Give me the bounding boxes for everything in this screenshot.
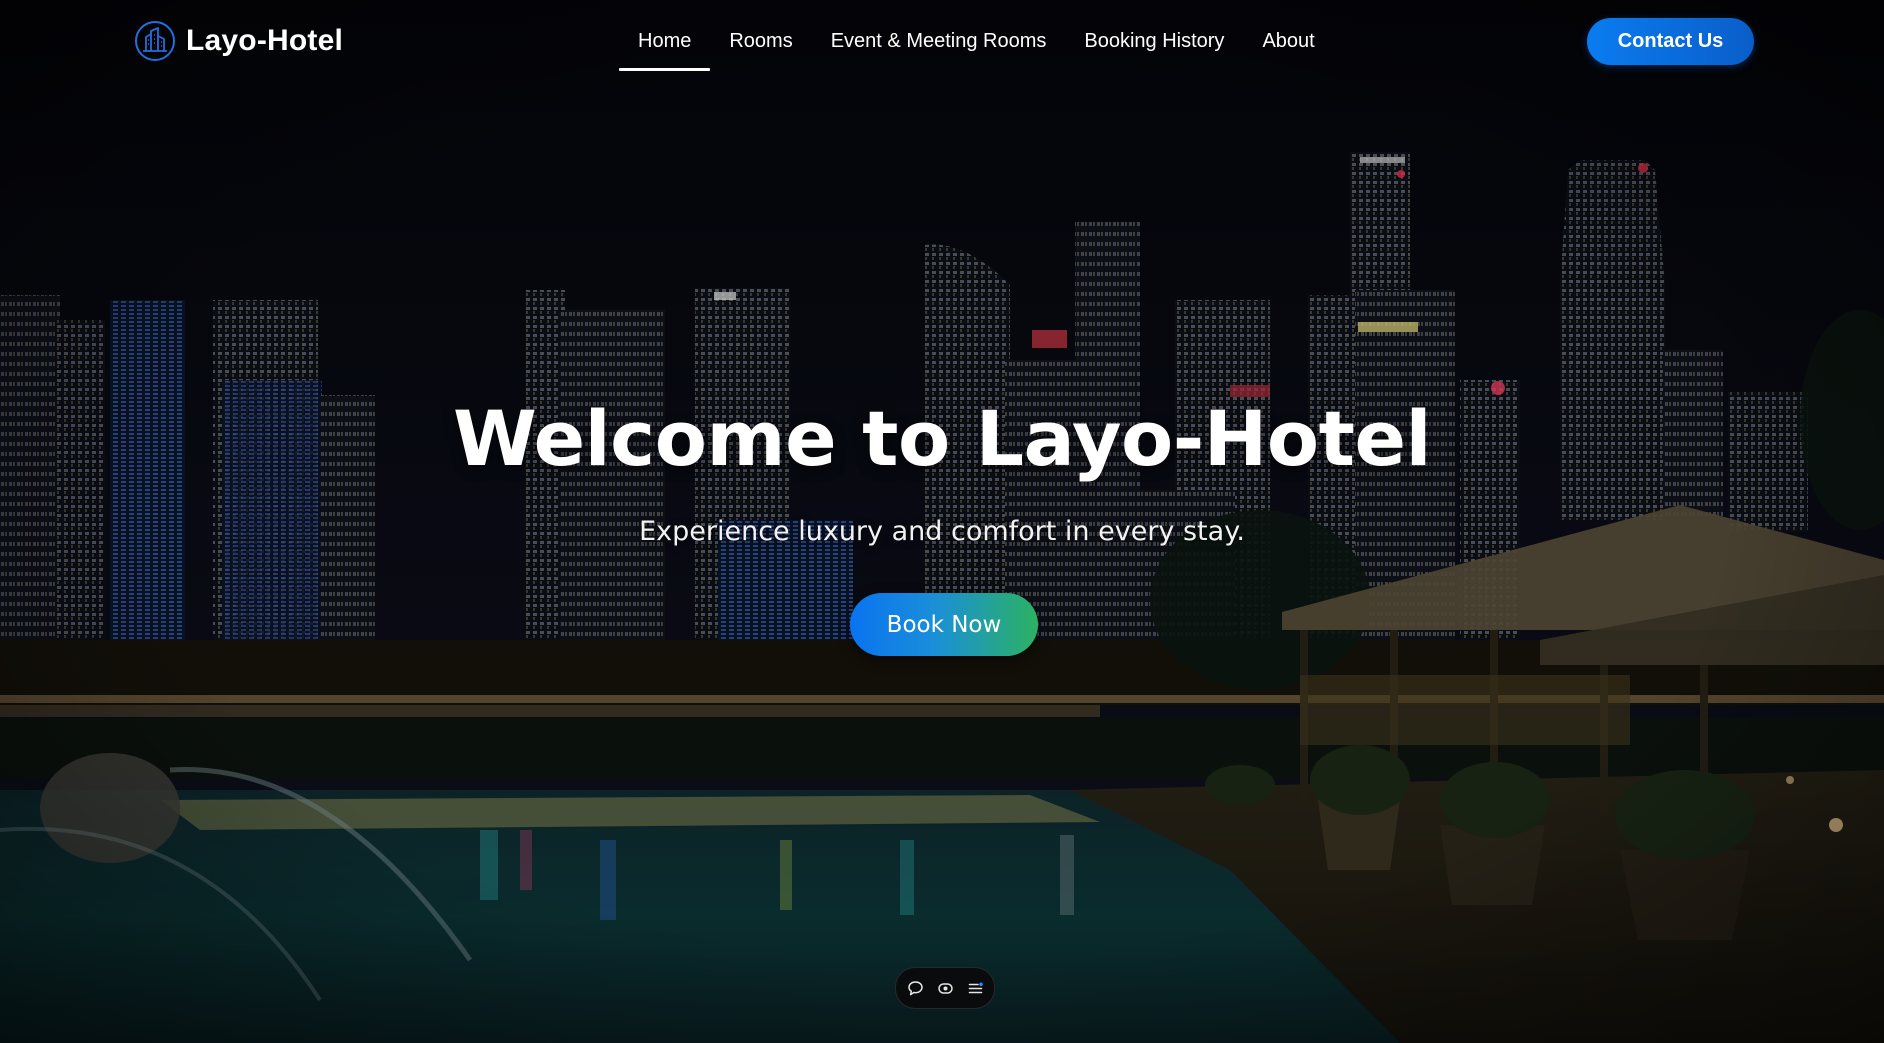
contact-us-button[interactable]: Contact Us bbox=[1587, 18, 1754, 65]
eye-icon[interactable] bbox=[935, 978, 956, 999]
hero-title: Welcome to Layo-Hotel bbox=[452, 394, 1432, 483]
nav-item-about[interactable]: About bbox=[1243, 22, 1333, 71]
nav-item-event-meeting-rooms[interactable]: Event & Meeting Rooms bbox=[812, 22, 1066, 71]
nav-item-rooms[interactable]: Rooms bbox=[710, 22, 811, 71]
nav-item-booking-history[interactable]: Booking History bbox=[1065, 22, 1243, 71]
comment-icon[interactable] bbox=[905, 978, 926, 999]
nav-item-home[interactable]: Home bbox=[619, 22, 711, 71]
navbar: Layo-Hotel Home Rooms Event & Meeting Ro… bbox=[0, 0, 1884, 84]
brand-logo-link[interactable]: Layo-Hotel bbox=[134, 20, 343, 62]
list-menu-icon[interactable] bbox=[965, 978, 986, 999]
floating-toolbar bbox=[895, 967, 995, 1009]
book-now-button[interactable]: Book Now bbox=[850, 593, 1038, 656]
building-logo-icon bbox=[135, 21, 175, 61]
brand-name: Layo-Hotel bbox=[186, 24, 344, 57]
hero-subtitle: Experience luxury and comfort in every s… bbox=[639, 516, 1245, 547]
main-nav: Home Rooms Event & Meeting Rooms Booking… bbox=[619, 22, 1334, 71]
hero-section: Layo-Hotel Home Rooms Event & Meeting Ro… bbox=[0, 0, 1884, 1043]
